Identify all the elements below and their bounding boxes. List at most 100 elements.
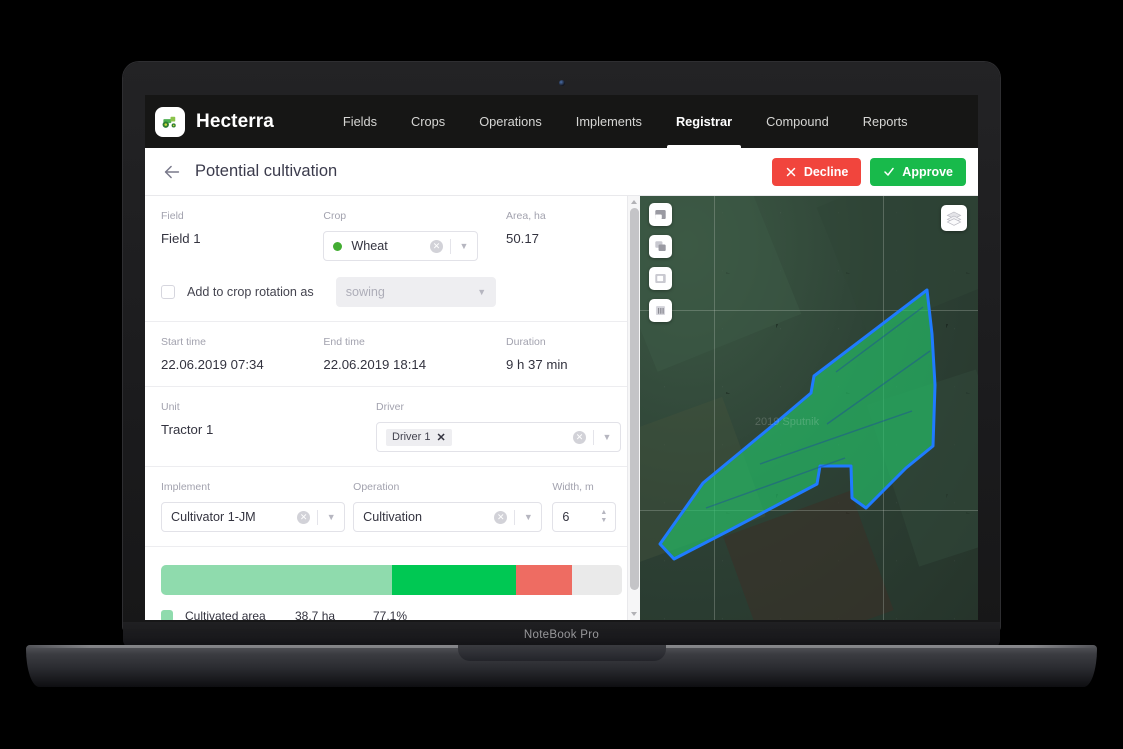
check-icon [884,167,895,176]
content-area: Field Field 1 Crop Wheat ✕ ▼ Area, ha 50… [145,196,978,620]
crop-color-dot [333,241,343,251]
driver-tag: Driver 1 ✕ [386,428,452,446]
field-map[interactable]: 2019 Sputnik [640,196,978,620]
implement-label: Implement [161,481,211,493]
duration-label: Duration [506,336,546,348]
implement-value: Cultivator 1-JM [171,510,256,524]
area-group: Area, ha 50.17 [506,210,622,261]
start-time-value: 22.06.2019 07:34 [161,357,264,372]
nav-item-implements[interactable]: Implements [559,95,659,148]
chevron-down-icon[interactable]: ▼ [515,512,541,522]
nav-item-fields[interactable]: Fields [326,95,394,148]
unit-group: Unit Tractor 1 [161,401,376,452]
field-polygon[interactable] [640,196,978,620]
chevron-down-icon[interactable]: ▼ [451,241,477,251]
chevron-down-icon[interactable]: ▼ [469,287,495,297]
crop-group: Crop Wheat ✕ ▼ [323,210,479,261]
width-label: Width, m [552,481,594,493]
page-header-bar: Potential cultivation Decline Approve [145,148,978,196]
top-navigation-bar: Hecterra Fields Crops Operations Impleme… [145,95,978,148]
base-notch [457,645,666,661]
brand[interactable]: Hecterra [155,106,326,137]
legend-item-cultivated: Cultivated area 38.7 ha 77.1% [161,609,622,620]
scroll-down-icon[interactable] [631,612,637,616]
scrollbar-thumb[interactable] [630,208,639,590]
rotation-type-select[interactable]: sowing ▼ [335,277,496,307]
implement-select[interactable]: Cultivator 1-JM ✕ ▼ [161,502,346,532]
progress-segment-remaining [571,565,622,595]
section-times: Start time 22.06.2019 07:34 End time 22.… [145,322,640,387]
width-group: Width, m 6 ▲ ▼ [552,481,622,532]
start-time-label: Start time [161,336,206,348]
brand-name: Hecterra [196,110,274,132]
laptop-base [26,645,1097,687]
satellite-view-icon[interactable] [649,203,672,226]
details-form-pane: Field Field 1 Crop Wheat ✕ ▼ Area, ha 50… [145,196,640,620]
crop-rotation-row: Add to crop rotation as sowing ▼ [161,277,622,307]
nav-item-compound[interactable]: Compound [749,95,846,148]
page-title: Potential cultivation [195,162,338,180]
stepper-down-icon[interactable]: ▼ [600,517,607,524]
nav-item-operations[interactable]: Operations [462,95,559,148]
progress-segment-overlaps [391,565,517,595]
operation-clear-icon[interactable]: ✕ [494,510,508,524]
crop-value: Wheat [351,239,388,253]
section-implement-operation: Implement Cultivator 1-JM ✕ ▼ Operation [145,467,640,547]
field-group: Field Field 1 [161,210,323,261]
chevron-down-icon[interactable]: ▼ [594,432,620,442]
start-time-group: Start time 22.06.2019 07:34 [161,336,323,372]
crop-rotation-label: Add to crop rotation as [187,285,314,299]
nav-item-crops[interactable]: Crops [394,95,462,148]
operation-select[interactable]: Cultivation ✕ ▼ [353,502,543,532]
decline-button[interactable]: Decline [771,157,862,186]
chart-bars-icon[interactable] [649,299,672,322]
field-label: Field [161,210,184,222]
remove-driver-icon[interactable]: ✕ [437,431,446,444]
map-attribution: 2019 Sputnik [754,416,820,429]
fill-style-icon[interactable] [649,267,672,290]
crop-label: Crop [323,210,347,222]
implement-clear-icon[interactable]: ✕ [297,510,311,524]
close-icon [786,167,796,176]
progress-segment-cultivated [161,565,392,595]
driver-group: Driver Driver 1 ✕ ✕ ▼ [376,401,621,452]
form-scroll-content: Field Field 1 Crop Wheat ✕ ▼ Area, ha 50… [145,196,640,620]
driver-label: Driver [376,401,404,413]
field-value: Field 1 [161,231,201,246]
end-time-group: End time 22.06.2019 18:14 [323,336,478,372]
webcam-icon [558,80,565,86]
tractor-icon [155,106,185,137]
laptop-screen: Hecterra Fields Crops Operations Impleme… [145,95,978,620]
legend-label: Cultivated area [185,609,266,620]
area-label: Area, ha [506,210,546,222]
implement-group: Implement Cultivator 1-JM ✕ ▼ [161,481,346,532]
device-model-label: NoteBook Pro [523,629,600,641]
nav-links: Fields Crops Operations Implements Regis… [326,95,925,148]
layers-icon[interactable] [941,205,967,231]
duration-group: Duration 9 h 37 min [506,336,622,372]
driver-select[interactable]: Driver 1 ✕ ✕ ▼ [376,422,621,452]
nav-item-reports[interactable]: Reports [846,95,925,148]
map-tool-buttons [649,203,672,322]
width-stepper[interactable]: 6 ▲ ▼ [552,502,617,532]
spinner-arrows: ▲ ▼ [600,509,615,524]
approve-button[interactable]: Approve [870,157,966,186]
crop-rotation-checkbox[interactable] [161,285,175,299]
driver-tag-label: Driver 1 [392,431,431,443]
driver-clear-icon[interactable]: ✕ [573,430,586,444]
stepper-up-icon[interactable]: ▲ [600,509,607,516]
form-scrollbar[interactable] [627,196,640,620]
chevron-down-icon[interactable]: ▼ [318,512,344,522]
area-value: 50.17 [506,231,540,246]
arrow-left-icon[interactable] [161,161,183,183]
rotation-type-value: sowing [345,285,385,299]
decline-label: Decline [803,164,849,179]
crop-clear-icon[interactable]: ✕ [430,239,444,253]
scroll-up-icon[interactable] [631,200,637,204]
nav-item-registrar[interactable]: Registrar [659,95,749,148]
unit-value: Tractor 1 [161,422,214,437]
coverage-progress-bar [161,565,622,595]
screenshot-stage: Hecterra Fields Crops Operations Impleme… [0,0,1123,749]
duplicate-layer-icon[interactable] [649,235,672,258]
crop-select[interactable]: Wheat ✕ ▼ [323,231,479,261]
